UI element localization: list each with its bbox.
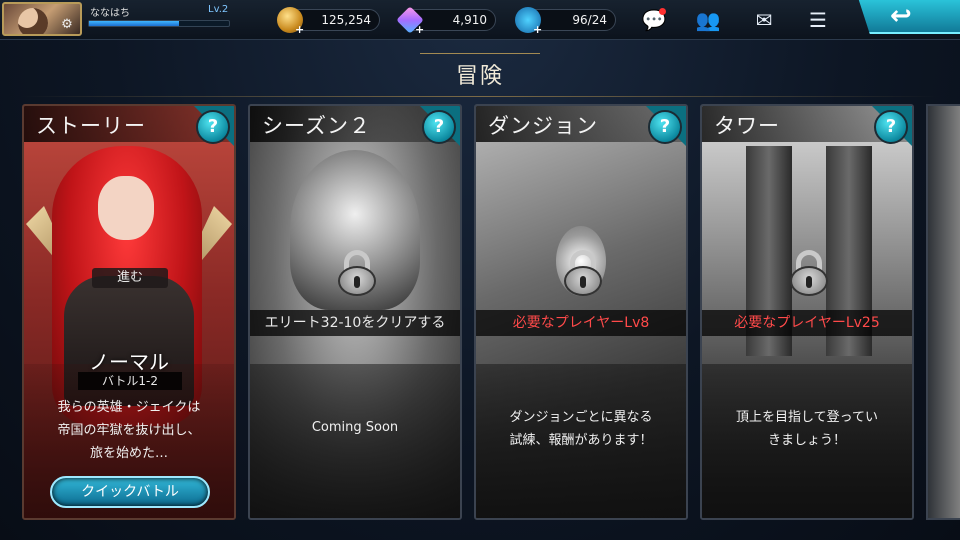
xp-bar-fill xyxy=(89,21,179,26)
desc-line: 試練、報酬があります！ xyxy=(509,433,653,448)
card-season2[interactable]: シーズン２ ? エリート32-10をクリアする Coming Soon xyxy=(248,104,462,520)
gem-value: 4,910 xyxy=(452,13,487,27)
next-card-edge[interactable] xyxy=(926,104,960,520)
card-title: シーズン２ xyxy=(262,114,371,138)
lock-icon xyxy=(788,250,830,296)
gem-counter[interactable]: + 4,910 xyxy=(396,6,496,36)
player-avatar[interactable]: ⚙ xyxy=(2,2,82,36)
card-dungeon[interactable]: ダンジョン ? 必要なプレイヤーLv8 ダンジョンごとに異なる 試練、報酬があり… xyxy=(474,104,688,520)
card-tower[interactable]: タワー ? 必要なプレイヤーLv25 頂上を目指して登ってい きましょう！ xyxy=(700,104,914,520)
card-lower-panel xyxy=(250,364,460,518)
unlock-requirement: エリート32-10をクリアする xyxy=(250,310,460,336)
gear-icon[interactable]: ⚙ xyxy=(60,18,74,32)
card-description: 頂上を目指して登ってい きましょう！ xyxy=(712,406,902,452)
card-description: ダンジョンごとに異なる 試練、報酬があります！ xyxy=(486,406,676,452)
title-divider xyxy=(20,96,940,97)
lock-icon xyxy=(336,250,378,296)
card-description: 我らの英雄・ジェイクは 帝国の牢獄を抜け出し、 旅を始めた… xyxy=(34,396,224,465)
top-bar: ⚙ ななはち Lv.2 + 125,254 + 4,910 + 96/24 💬 … xyxy=(0,0,960,40)
add-gems-icon[interactable]: + xyxy=(415,20,424,40)
avatar-portrait xyxy=(18,8,48,34)
gold-counter[interactable]: + 125,254 xyxy=(277,7,380,36)
card-title: ストーリー xyxy=(36,114,146,138)
card-story[interactable]: ストーリー ? 進む ノーマル バトル1-2 我らの英雄・ジェイクは 帝国の牢獄… xyxy=(22,104,236,520)
desc-line: きましょう！ xyxy=(767,433,846,448)
desc-line: ダンジョンごとに異なる xyxy=(509,410,653,425)
page-title: 冒険 xyxy=(455,64,504,89)
player-level: Lv.2 xyxy=(208,4,229,15)
add-stamina-icon[interactable]: + xyxy=(533,20,542,40)
unlock-requirement: 必要なプレイヤーLv25 xyxy=(702,310,912,336)
help-button[interactable]: ? xyxy=(422,110,456,144)
menu-icon[interactable]: ☰ xyxy=(804,8,832,32)
stamina-counter[interactable]: + 96/24 xyxy=(515,7,616,36)
notification-dot xyxy=(659,8,666,15)
help-button[interactable]: ? xyxy=(196,110,230,144)
card-title: ダンジョン xyxy=(488,114,598,138)
help-button[interactable]: ? xyxy=(648,110,682,144)
title-ornament xyxy=(420,40,540,54)
desc-line: 旅を始めた… xyxy=(89,446,168,461)
help-button[interactable]: ? xyxy=(874,110,908,144)
lock-icon xyxy=(562,250,604,296)
xp-bar xyxy=(88,20,230,27)
hero-face xyxy=(98,176,154,240)
card-description: Coming Soon xyxy=(260,416,450,439)
battle-stage: バトル1-2 xyxy=(78,372,182,390)
chat-icon[interactable]: 💬 xyxy=(640,8,668,32)
desc-line: 我らの英雄・ジェイクは xyxy=(57,400,201,415)
difficulty-mode: ノーマル xyxy=(89,350,169,374)
friends-icon[interactable]: 👥 xyxy=(694,8,722,32)
advance-label: 進む xyxy=(92,268,168,288)
mail-icon[interactable]: ✉ xyxy=(750,8,778,32)
desc-line: 頂上を目指して登ってい xyxy=(736,410,878,425)
quick-battle-button[interactable]: クイックバトル xyxy=(50,476,210,508)
desc-line: 帝国の牢獄を抜け出し、 xyxy=(57,423,201,438)
add-gold-icon[interactable]: + xyxy=(295,20,304,40)
player-name: ななはち xyxy=(90,8,130,19)
back-arrow-icon: ↩ xyxy=(890,1,912,31)
stamina-value: 96/24 xyxy=(572,13,607,27)
unlock-requirement: 必要なプレイヤーLv8 xyxy=(476,310,686,336)
desc-line: Coming Soon xyxy=(311,420,399,435)
gold-value: 125,254 xyxy=(321,13,371,27)
back-button[interactable]: ↩ xyxy=(858,0,960,34)
card-title: タワー xyxy=(714,114,780,138)
